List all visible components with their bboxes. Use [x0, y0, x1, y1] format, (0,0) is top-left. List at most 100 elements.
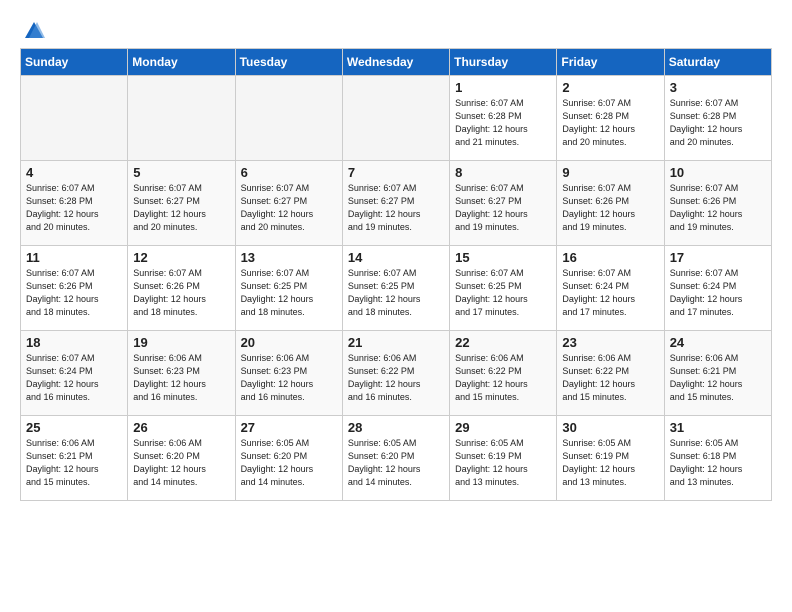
column-header-tuesday: Tuesday: [235, 49, 342, 76]
calendar-cell: 20 Sunrise: 6:06 AMSunset: 6:23 PMDayligh…: [235, 331, 342, 416]
day-number: 10: [670, 165, 766, 180]
day-info: Sunrise: 6:07 AMSunset: 6:25 PMDaylight:…: [348, 267, 444, 319]
day-number: 31: [670, 420, 766, 435]
day-info: Sunrise: 6:07 AMSunset: 6:24 PMDaylight:…: [26, 352, 122, 404]
calendar-cell: 5Sunrise: 6:07 AMSunset: 6:27 PMDaylight…: [128, 161, 235, 246]
day-info: Sunrise: 6:07 AMSunset: 6:28 PMDaylight:…: [455, 97, 551, 149]
day-number: 13: [241, 250, 337, 265]
column-header-monday: Monday: [128, 49, 235, 76]
day-number: 9: [562, 165, 658, 180]
calendar-cell: 10 Sunrise: 6:07 AMSunset: 6:26 PMDayligh…: [664, 161, 771, 246]
calendar-cell: 24 Sunrise: 6:06 AMSunset: 6:21 PMDayligh…: [664, 331, 771, 416]
day-info: Sunrise: 6:07 AMSunset: 6:28 PMDaylight:…: [562, 97, 658, 149]
day-number: 23: [562, 335, 658, 350]
day-info: Sunrise: 6:06 AMSunset: 6:22 PMDaylight:…: [455, 352, 551, 404]
calendar-cell: [235, 76, 342, 161]
day-info: Sunrise: 6:06 AMSunset: 6:20 PMDaylight:…: [133, 437, 229, 489]
day-number: 18: [26, 335, 122, 350]
calendar-cell: 29 Sunrise: 6:05 AMSunset: 6:19 PMDayligh…: [450, 416, 557, 501]
calendar-cell: [128, 76, 235, 161]
calendar-cell: 9 Sunrise: 6:07 AMSunset: 6:26 PMDaylight…: [557, 161, 664, 246]
day-number: 1: [455, 80, 551, 95]
day-info: Sunrise: 6:07 AMSunset: 6:25 PMDaylight:…: [455, 267, 551, 319]
calendar-cell: 6 Sunrise: 6:07 AMSunset: 6:27 PMDaylight…: [235, 161, 342, 246]
calendar-cell: 12 Sunrise: 6:07 AMSunset: 6:26 PMDayligh…: [128, 246, 235, 331]
day-number: 19: [133, 335, 229, 350]
day-number: 28: [348, 420, 444, 435]
calendar-cell: 19 Sunrise: 6:06 AMSunset: 6:23 PMDayligh…: [128, 331, 235, 416]
day-number: 11: [26, 250, 122, 265]
day-number: 8: [455, 165, 551, 180]
day-number: 14: [348, 250, 444, 265]
calendar-cell: 16 Sunrise: 6:07 AMSunset: 6:24 PMDayligh…: [557, 246, 664, 331]
day-info: Sunrise: 6:07 AMSunset: 6:24 PMDaylight:…: [562, 267, 658, 319]
day-info: Sunrise: 6:07 AMSunset: 6:28 PMDaylight:…: [26, 182, 122, 234]
column-header-saturday: Saturday: [664, 49, 771, 76]
calendar-cell: 26 Sunrise: 6:06 AMSunset: 6:20 PMDayligh…: [128, 416, 235, 501]
day-number: 30: [562, 420, 658, 435]
day-number: 5: [133, 165, 229, 180]
calendar-cell: 3Sunrise: 6:07 AMSunset: 6:28 PMDaylight…: [664, 76, 771, 161]
calendar-cell: 27 Sunrise: 6:05 AMSunset: 6:20 PMDayligh…: [235, 416, 342, 501]
day-number: 25: [26, 420, 122, 435]
calendar-cell: 1 Sunrise: 6:07 AMSunset: 6:28 PMDaylight…: [450, 76, 557, 161]
logo-icon: [23, 20, 45, 42]
day-info: Sunrise: 6:07 AMSunset: 6:26 PMDaylight:…: [562, 182, 658, 234]
calendar-cell: 25 Sunrise: 6:06 AMSunset: 6:21 PMDayligh…: [21, 416, 128, 501]
day-info: Sunrise: 6:06 AMSunset: 6:21 PMDaylight:…: [26, 437, 122, 489]
calendar-table: SundayMondayTuesdayWednesdayThursdayFrid…: [20, 48, 772, 501]
calendar-cell: 23 Sunrise: 6:06 AMSunset: 6:22 PMDayligh…: [557, 331, 664, 416]
day-info: Sunrise: 6:07 AMSunset: 6:26 PMDaylight:…: [26, 267, 122, 319]
day-info: Sunrise: 6:06 AMSunset: 6:23 PMDaylight:…: [241, 352, 337, 404]
column-header-wednesday: Wednesday: [342, 49, 449, 76]
day-info: Sunrise: 6:05 AMSunset: 6:19 PMDaylight:…: [455, 437, 551, 489]
day-number: 20: [241, 335, 337, 350]
calendar-cell: 28 Sunrise: 6:05 AMSunset: 6:20 PMDayligh…: [342, 416, 449, 501]
day-info: Sunrise: 6:05 AMSunset: 6:19 PMDaylight:…: [562, 437, 658, 489]
day-info: Sunrise: 6:07 AMSunset: 6:27 PMDaylight:…: [348, 182, 444, 234]
day-info: Sunrise: 6:06 AMSunset: 6:22 PMDaylight:…: [562, 352, 658, 404]
day-number: 27: [241, 420, 337, 435]
day-number: 24: [670, 335, 766, 350]
calendar-cell: 17 Sunrise: 6:07 AMSunset: 6:24 PMDayligh…: [664, 246, 771, 331]
day-number: 26: [133, 420, 229, 435]
calendar-cell: 7 Sunrise: 6:07 AMSunset: 6:27 PMDaylight…: [342, 161, 449, 246]
day-info: Sunrise: 6:07 AMSunset: 6:25 PMDaylight:…: [241, 267, 337, 319]
column-header-sunday: Sunday: [21, 49, 128, 76]
day-info: Sunrise: 6:07 AMSunset: 6:26 PMDaylight:…: [670, 182, 766, 234]
day-info: Sunrise: 6:06 AMSunset: 6:21 PMDaylight:…: [670, 352, 766, 404]
day-number: 12: [133, 250, 229, 265]
day-info: Sunrise: 6:07 AMSunset: 6:28 PMDaylight:…: [670, 97, 766, 149]
day-info: Sunrise: 6:07 AMSunset: 6:27 PMDaylight:…: [455, 182, 551, 234]
calendar-cell: [21, 76, 128, 161]
day-number: 7: [348, 165, 444, 180]
day-number: 16: [562, 250, 658, 265]
logo: [20, 20, 46, 38]
day-info: Sunrise: 6:07 AMSunset: 6:24 PMDaylight:…: [670, 267, 766, 319]
calendar-cell: 31 Sunrise: 6:05 AMSunset: 6:18 PMDayligh…: [664, 416, 771, 501]
day-info: Sunrise: 6:07 AMSunset: 6:27 PMDaylight:…: [241, 182, 337, 234]
calendar-cell: 30 Sunrise: 6:05 AMSunset: 6:19 PMDayligh…: [557, 416, 664, 501]
calendar-cell: 15 Sunrise: 6:07 AMSunset: 6:25 PMDayligh…: [450, 246, 557, 331]
page-header: [20, 20, 772, 38]
day-info: Sunrise: 6:05 AMSunset: 6:18 PMDaylight:…: [670, 437, 766, 489]
day-number: 4: [26, 165, 122, 180]
calendar-cell: [342, 76, 449, 161]
calendar-cell: 22 Sunrise: 6:06 AMSunset: 6:22 PMDayligh…: [450, 331, 557, 416]
day-number: 15: [455, 250, 551, 265]
calendar-cell: 11 Sunrise: 6:07 AMSunset: 6:26 PMDayligh…: [21, 246, 128, 331]
day-number: 6: [241, 165, 337, 180]
calendar-cell: 14 Sunrise: 6:07 AMSunset: 6:25 PMDayligh…: [342, 246, 449, 331]
calendar-cell: 21Sunrise: 6:06 AMSunset: 6:22 PMDayligh…: [342, 331, 449, 416]
calendar-cell: 13 Sunrise: 6:07 AMSunset: 6:25 PMDayligh…: [235, 246, 342, 331]
day-number: 21: [348, 335, 444, 350]
day-info: Sunrise: 6:07 AMSunset: 6:26 PMDaylight:…: [133, 267, 229, 319]
day-number: 29: [455, 420, 551, 435]
column-header-thursday: Thursday: [450, 49, 557, 76]
day-number: 22: [455, 335, 551, 350]
day-info: Sunrise: 6:05 AMSunset: 6:20 PMDaylight:…: [241, 437, 337, 489]
calendar-cell: 18 Sunrise: 6:07 AMSunset: 6:24 PMDayligh…: [21, 331, 128, 416]
day-number: 17: [670, 250, 766, 265]
day-info: Sunrise: 6:05 AMSunset: 6:20 PMDaylight:…: [348, 437, 444, 489]
day-info: Sunrise: 6:06 AMSunset: 6:23 PMDaylight:…: [133, 352, 229, 404]
